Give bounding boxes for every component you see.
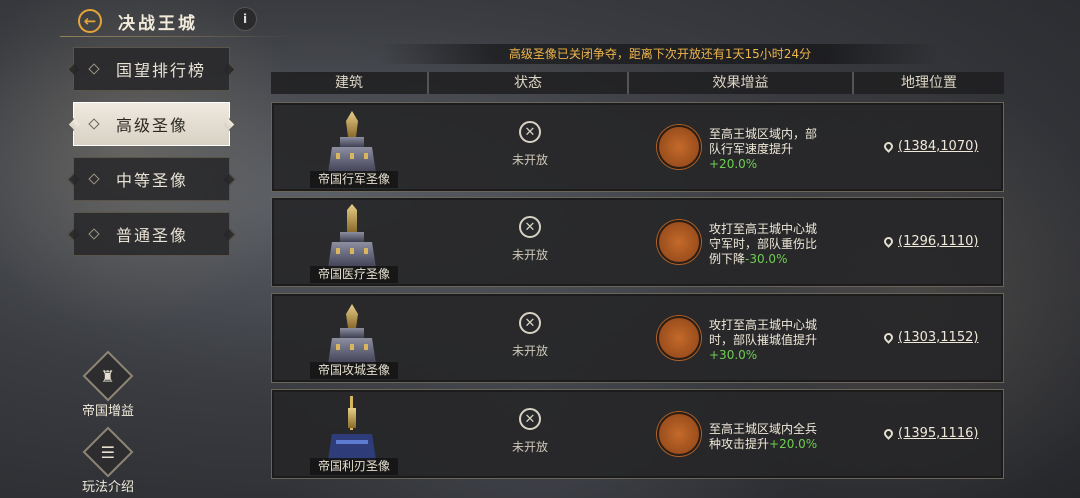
diamond-icon — [88, 63, 100, 75]
diamond-icon — [88, 228, 100, 240]
diamond-icon — [88, 173, 100, 185]
status-text: 未开放 — [511, 440, 548, 454]
coordinate[interactable]: (1384,1070) — [898, 139, 978, 154]
statue-name: 帝国攻城圣像 — [310, 362, 398, 379]
statue-name: 帝国行军圣像 — [310, 171, 398, 188]
effect-line: 至高王城区域内全兵 — [709, 422, 818, 436]
diamond-icon — [88, 118, 100, 130]
effect-line: 时，部队摧城值提升 — [709, 333, 818, 347]
map-pin-icon — [882, 331, 895, 344]
tab-medium-statue[interactable]: 中等圣像 — [73, 157, 230, 201]
tab-normal-statue[interactable]: 普通圣像 — [73, 212, 230, 256]
table-row: 帝国行军圣像 ✕ 未开放 至高王城区域内，部 队行军速度提升 +20.0% (1… — [271, 102, 1004, 192]
effect-value: +20.0% — [709, 157, 758, 171]
map-pin-icon — [882, 235, 895, 248]
tab-label: 普通圣像 — [116, 226, 189, 245]
status-cell: ✕ 未开放 — [502, 408, 558, 455]
tab-label: 中等圣像 — [116, 171, 189, 190]
soldier-icon — [657, 220, 701, 264]
closed-icon: ✕ — [519, 121, 541, 143]
effect-value: +20.0% — [769, 437, 818, 451]
header-building: 建筑 — [271, 72, 429, 94]
map-pin-icon — [882, 427, 895, 440]
info-icon[interactable]: i — [233, 7, 257, 31]
table-row: 帝国医疗圣像 ✕ 未开放 攻打至高王城中心城 守军时，部队重伤比 例下降-30.… — [271, 197, 1004, 287]
empire-buff-label: 帝国增益 — [81, 404, 134, 419]
status-text: 未开放 — [511, 153, 548, 167]
coordinate[interactable]: (1296,1110) — [898, 234, 978, 249]
effect-value: +30.0% — [709, 348, 758, 362]
tab-ranking[interactable]: 国望排行榜 — [73, 47, 230, 91]
tab-label: 国望排行榜 — [116, 61, 207, 80]
closed-icon: ✕ — [519, 312, 541, 334]
gameplay-intro-button[interactable]: ☰ 玩法介绍 — [73, 426, 143, 495]
coordinate[interactable]: (1395,1116) — [898, 426, 978, 441]
effect-text: 攻打至高王城中心城 守军时，部队重伤比 例下降-30.0% — [709, 222, 829, 267]
back-arrow-icon[interactable]: ← — [78, 9, 102, 33]
effect-text: 至高王城区域内全兵 种攻击提升+20.0% — [709, 422, 829, 452]
map-pin-icon — [882, 140, 895, 153]
coordinate[interactable]: (1303,1152) — [898, 330, 978, 345]
effect-line: 例下降 — [709, 252, 746, 266]
status-cell: ✕ 未开放 — [502, 216, 558, 263]
status-text: 未开放 — [511, 248, 548, 262]
effect-line: 种攻击提升 — [709, 437, 770, 451]
effect-value: -30.0% — [745, 252, 788, 266]
effect-line: 守军时，部队重伤比 — [709, 237, 818, 251]
table-row: 帝国攻城圣像 ✕ 未开放 攻打至高王城中心城 时，部队摧城值提升 +30.0% … — [271, 293, 1004, 383]
closed-icon: ✕ — [519, 216, 541, 238]
location-link[interactable]: (1303,1152) — [882, 330, 978, 345]
header-effect: 效果增益 — [629, 72, 854, 94]
location-link[interactable]: (1384,1070) — [882, 139, 978, 154]
gameplay-intro-label: 玩法介绍 — [81, 480, 134, 495]
header-status: 状态 — [429, 72, 629, 94]
status-cell: ✕ 未开放 — [502, 121, 558, 168]
effect-line: 至高王城区域内，部 — [709, 127, 818, 141]
closed-notice-banner: 高级圣像已关闭争夺，距离下次开放还有1天15小时24分 — [380, 44, 940, 64]
boot-icon — [657, 125, 701, 169]
effect-line: 攻打至高王城中心城 — [709, 222, 818, 236]
effect-line: 队行军速度提升 — [709, 142, 794, 156]
closed-icon: ✕ — [519, 408, 541, 430]
sword-icon — [657, 412, 701, 456]
tab-advanced-statue[interactable]: 高级圣像 — [73, 102, 230, 146]
castle-icon: ♜ — [82, 350, 134, 402]
location-link[interactable]: (1395,1116) — [882, 426, 978, 441]
book-icon: ☰ — [82, 426, 134, 478]
header-divider — [60, 36, 300, 37]
effect-line: 攻打至高王城中心城 — [709, 318, 818, 332]
statue-name: 帝国医疗圣像 — [310, 266, 398, 283]
empire-buff-button[interactable]: ♜ 帝国增益 — [73, 350, 143, 419]
status-text: 未开放 — [511, 344, 548, 358]
header-location: 地理位置 — [901, 75, 957, 91]
page-title: 决战王城 — [118, 14, 198, 34]
statue-name: 帝国利刃圣像 — [310, 458, 398, 475]
location-link[interactable]: (1296,1110) — [882, 234, 978, 249]
siege-icon — [657, 316, 701, 360]
tab-label: 高级圣像 — [116, 116, 189, 135]
effect-text: 攻打至高王城中心城 时，部队摧城值提升 +30.0% — [709, 318, 829, 363]
status-cell: ✕ 未开放 — [502, 312, 558, 359]
effect-text: 至高王城区域内，部 队行军速度提升 +20.0% — [709, 127, 829, 172]
table-row: 帝国利刃圣像 ✕ 未开放 至高王城区域内全兵 种攻击提升+20.0% (1395… — [271, 389, 1004, 479]
table-header: 建筑 状态 效果增益 地理位置 — [271, 72, 1004, 94]
